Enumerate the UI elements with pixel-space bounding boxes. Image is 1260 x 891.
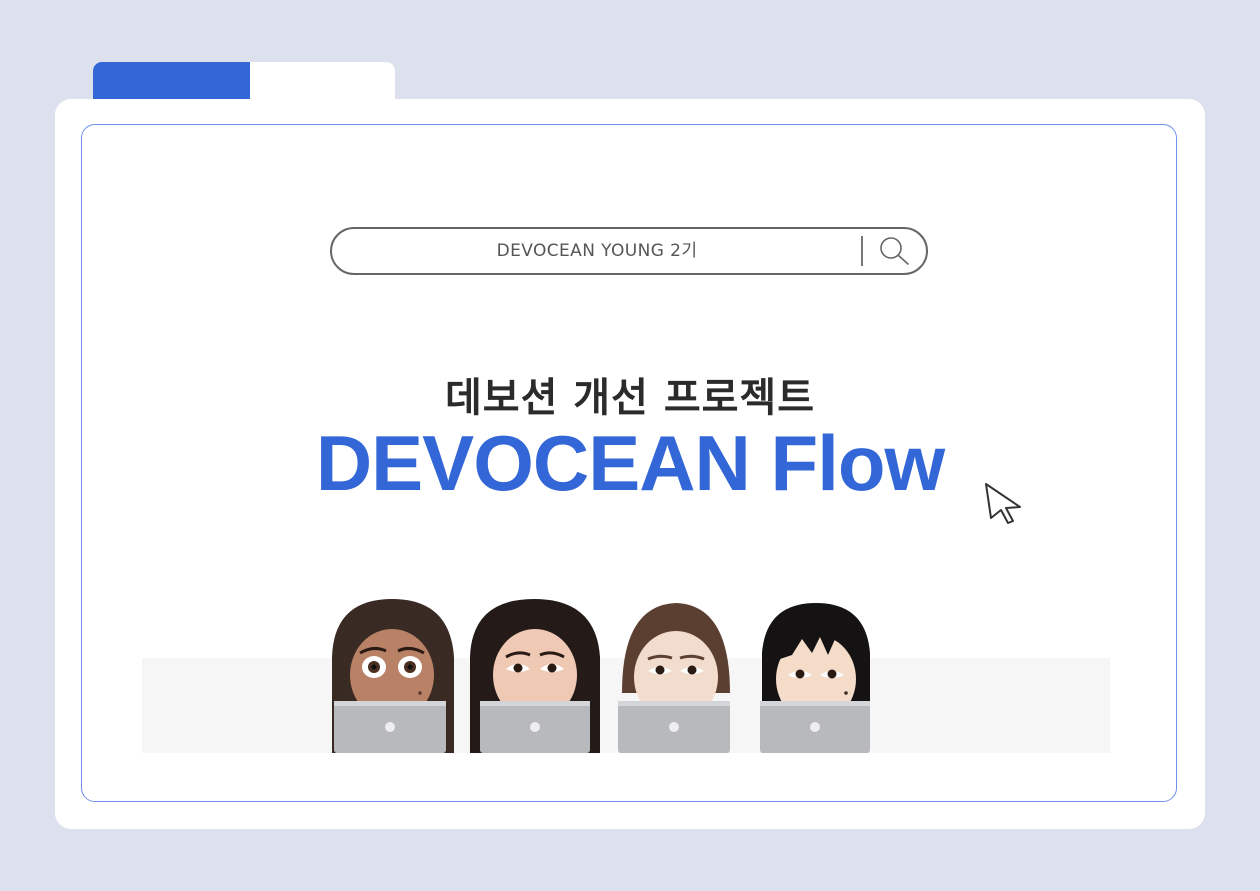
window-card: DEVOCEAN YOUNG 2기 데보션 개선 프로젝트 DEVOCEAN F… <box>55 99 1205 829</box>
team-avatar <box>760 603 870 753</box>
folder-tab-active[interactable] <box>93 62 258 104</box>
folder-tab[interactable] <box>250 62 395 104</box>
team-avatar <box>470 599 600 753</box>
team-avatars <box>332 599 870 753</box>
cursor-arrow-icon <box>985 483 1021 524</box>
page-subtitle: 데보션 개선 프로젝트 <box>444 375 816 421</box>
team-avatar <box>618 603 730 753</box>
team-avatar <box>332 599 454 753</box>
search-divider <box>861 236 863 266</box>
search-icon[interactable] <box>878 235 912 267</box>
content-frame: DEVOCEAN YOUNG 2기 데보션 개선 프로젝트 DEVOCEAN F… <box>81 124 1177 802</box>
search-input[interactable]: DEVOCEAN YOUNG 2기 <box>332 229 862 273</box>
search-bar[interactable]: DEVOCEAN YOUNG 2기 <box>330 227 928 275</box>
